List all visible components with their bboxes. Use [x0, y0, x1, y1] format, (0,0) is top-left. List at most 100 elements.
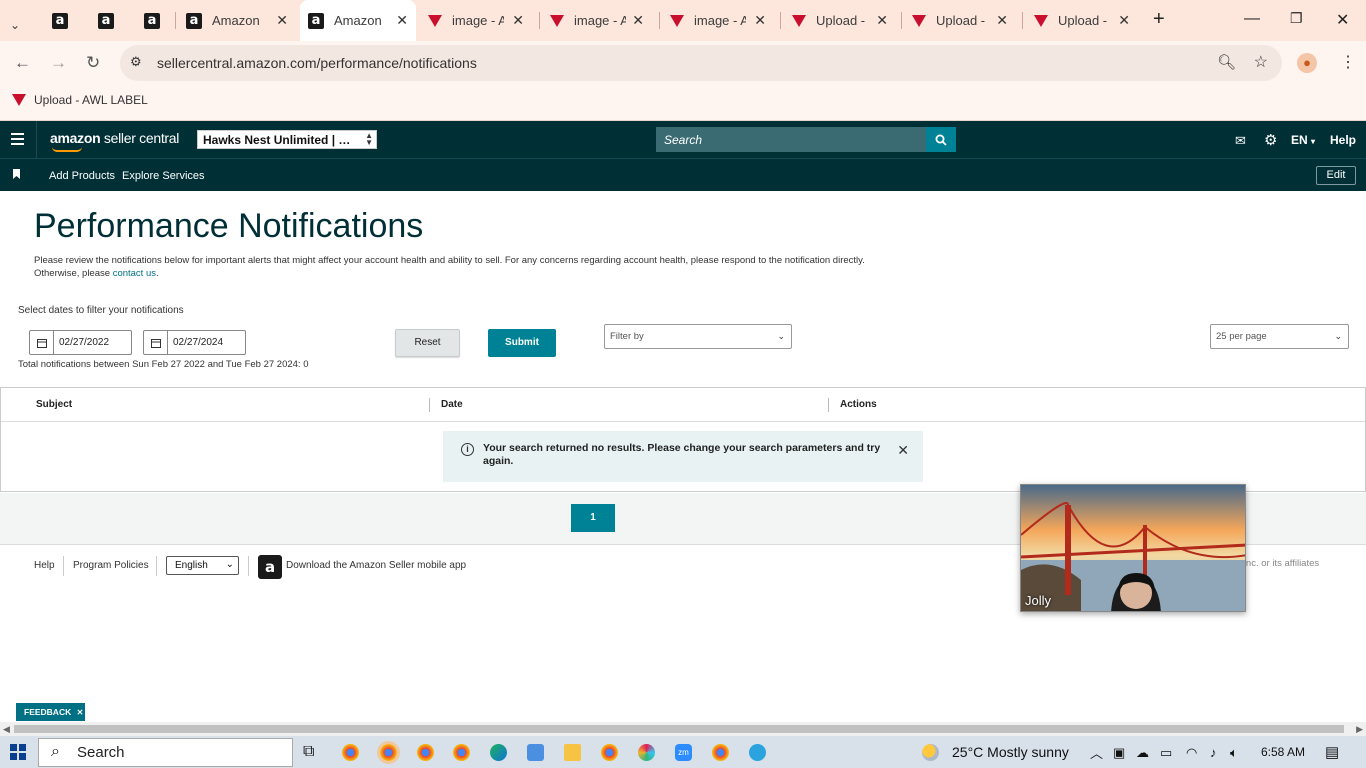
footer-language-select[interactable]: English ⌄ — [166, 556, 239, 575]
download-app-link[interactable]: Download the Amazon Seller mobile app — [286, 560, 466, 571]
footer-program-policies-link[interactable]: Program Policies — [73, 560, 149, 571]
tab-awl-image-1[interactable]: image - A ✕ — [428, 6, 532, 35]
account-selector[interactable]: Hawks Nest Unlimited | Unit... ▲ ▼ — [197, 130, 377, 149]
wifi-icon[interactable]: ◠ — [1186, 745, 1197, 761]
chrome-icon[interactable] — [377, 741, 400, 764]
calendar-icon[interactable] — [144, 331, 168, 354]
reset-button[interactable]: Reset — [395, 329, 460, 357]
battery-icon[interactable]: ▭ — [1160, 745, 1172, 761]
site-info-icon[interactable]: ⚙ — [130, 54, 142, 70]
tab-amazon-2[interactable]: a — [98, 6, 114, 35]
search-input[interactable]: Search — [656, 127, 926, 152]
scrollbar-thumb[interactable] — [14, 725, 1344, 733]
tab-amazon-active[interactable]: a Amazon ✕ — [300, 0, 416, 41]
search-button[interactable] — [926, 127, 956, 152]
zoom-icon[interactable]: 🔍︎ — [1217, 53, 1236, 71]
chrome-icon[interactable] — [342, 744, 359, 761]
close-tab-icon[interactable]: ✕ — [632, 12, 644, 29]
date-to-field[interactable]: 02/27/2024 — [143, 330, 246, 355]
slack-icon[interactable] — [638, 744, 655, 761]
restore-button[interactable]: ❐ — [1290, 10, 1303, 27]
chevron-down-icon: ⌄ — [777, 331, 785, 341]
tab-awl-upload-2[interactable]: Upload - ✕ — [912, 6, 1016, 35]
mail-icon[interactable]: ✉ — [1235, 133, 1246, 149]
chrome-icon[interactable] — [601, 744, 618, 761]
microphone-icon[interactable]: ♪ — [1210, 745, 1217, 760]
close-tab-icon[interactable]: ✕ — [512, 12, 524, 29]
column-date[interactable]: Date — [441, 399, 463, 410]
back-icon[interactable]: ← — [14, 53, 31, 73]
submit-button[interactable]: Submit — [488, 329, 556, 357]
language-selector[interactable]: EN ▾ — [1291, 133, 1315, 147]
video-call-overlay[interactable]: Jolly — [1020, 484, 1246, 612]
weather-text[interactable]: 25°C Mostly sunny — [952, 744, 1069, 760]
amazon-seller-app-icon[interactable]: a — [258, 555, 282, 579]
telegram-icon[interactable] — [749, 744, 766, 761]
close-tab-icon[interactable]: ✕ — [1118, 12, 1130, 29]
tab-awl-upload-3[interactable]: Upload - ✕ — [1034, 6, 1138, 35]
file-explorer-icon[interactable] — [564, 744, 581, 761]
help-link[interactable]: Help — [1330, 133, 1356, 147]
meet-now-icon[interactable]: ▣ — [1113, 745, 1125, 761]
footer-help-link[interactable]: Help — [34, 560, 55, 571]
close-tab-icon[interactable]: ✕ — [876, 12, 888, 29]
chrome-icon[interactable] — [417, 744, 434, 761]
close-window-button[interactable]: ✕ — [1336, 10, 1349, 30]
chrome-icon[interactable] — [453, 744, 470, 761]
bookmark-icon[interactable] — [13, 169, 20, 179]
edge-icon[interactable] — [490, 744, 507, 761]
tab-awl-upload-1[interactable]: Upload - ✕ — [792, 6, 896, 35]
hamburger-menu-icon[interactable] — [11, 133, 24, 148]
chrome-icon[interactable] — [712, 744, 729, 761]
tab-amazon-3[interactable]: a — [144, 6, 160, 35]
bookmark-star-icon[interactable]: ☆ — [1254, 52, 1268, 72]
column-subject[interactable]: Subject — [36, 399, 72, 410]
onedrive-cloud-icon[interactable]: ☁ — [1136, 745, 1149, 761]
volume-icon[interactable]: 🔈︎ — [1230, 745, 1238, 761]
date-from-field[interactable]: 02/27/2022 — [29, 330, 132, 355]
forward-icon[interactable]: → — [50, 53, 67, 73]
minimize-button[interactable]: — — [1244, 10, 1260, 28]
task-view-icon[interactable]: ⧉ — [303, 743, 314, 761]
tab-search-dropdown[interactable]: ⌄ — [10, 10, 20, 39]
awl-favicon-icon — [428, 14, 442, 27]
notifications-icon[interactable]: ▤ — [1325, 743, 1339, 761]
tab-awl-image-2[interactable]: image - A ✕ — [550, 6, 652, 35]
omnibox[interactable]: ⚙ sellercentral.amazon.com/performance/n… — [120, 45, 1282, 81]
close-tab-icon[interactable]: ✕ — [276, 12, 288, 29]
clock-time[interactable]: 6:58 AM — [1261, 745, 1305, 759]
tab-amazon-4[interactable]: a Amazon ✕ — [186, 6, 296, 35]
close-alert-icon[interactable]: ✕ — [897, 442, 909, 459]
horizontal-scrollbar[interactable]: ◀ ▶ — [0, 722, 1366, 736]
close-icon[interactable]: ✕ — [77, 708, 84, 717]
seller-central-logo[interactable]: amazon seller central — [50, 130, 179, 152]
calendar-icon[interactable] — [30, 331, 54, 354]
reload-icon[interactable]: ↻ — [86, 53, 100, 73]
per-page-select[interactable]: 25 per page ⌄ — [1210, 324, 1349, 349]
page-1-button[interactable]: 1 — [571, 504, 615, 532]
bookmark-upload-awl-label[interactable]: Upload - AWL LABEL — [12, 93, 148, 107]
chrome-menu-icon[interactable]: ⋮ — [1340, 52, 1356, 72]
feedback-tab[interactable]: FEEDBACK ✕ — [16, 703, 85, 721]
new-tab-button[interactable]: + — [1153, 8, 1165, 31]
url-text[interactable]: sellercentral.amazon.com/performance/not… — [157, 55, 477, 71]
close-tab-icon[interactable]: ✕ — [996, 12, 1008, 29]
windows-start-icon[interactable] — [10, 744, 26, 760]
profile-avatar-icon[interactable]: ● — [1297, 53, 1317, 73]
settings-gear-icon[interactable]: ⚙ — [1264, 131, 1277, 149]
chevron-up-icon[interactable]: ︿ — [1090, 743, 1103, 762]
nav-explore-services[interactable]: Explore Services — [122, 170, 205, 182]
microsoft-store-icon[interactable] — [527, 744, 544, 761]
scroll-left-icon[interactable]: ◀ — [3, 724, 10, 735]
tab-awl-image-3[interactable]: image - A ✕ — [670, 6, 774, 35]
close-tab-icon[interactable]: ✕ — [754, 12, 766, 29]
scroll-right-icon[interactable]: ▶ — [1356, 724, 1363, 735]
taskbar-search-box[interactable]: ⌕ Search — [38, 738, 293, 767]
close-tab-icon[interactable]: ✕ — [396, 12, 408, 29]
nav-add-products[interactable]: Add Products — [49, 170, 115, 182]
contact-us-link[interactable]: contact us — [113, 268, 156, 279]
filter-by-select[interactable]: Filter by ⌄ — [604, 324, 792, 349]
edit-button[interactable]: Edit — [1316, 166, 1356, 185]
tab-amazon-1[interactable]: a — [52, 6, 68, 35]
zoom-app-icon[interactable]: zm — [675, 744, 692, 761]
